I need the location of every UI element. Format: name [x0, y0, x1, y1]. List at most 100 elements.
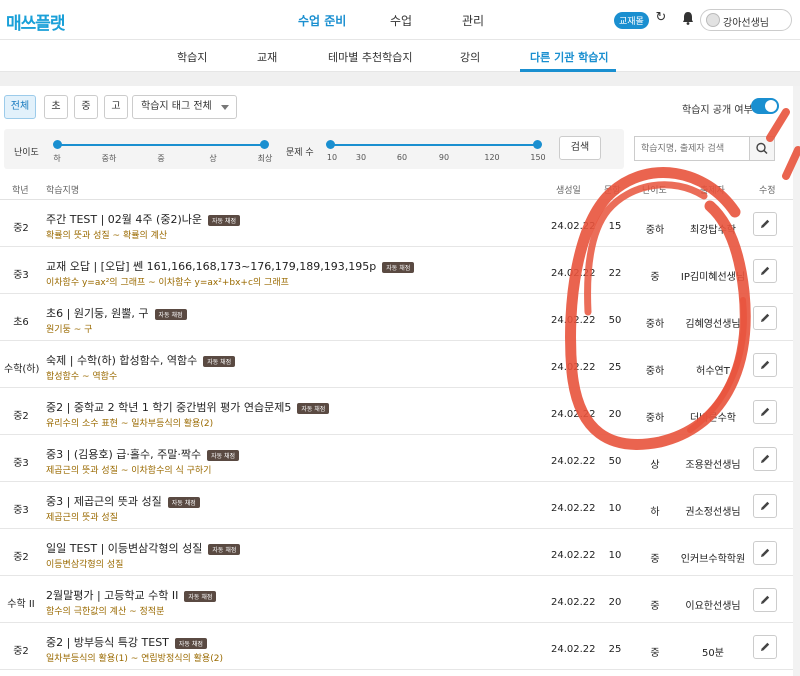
- row-author: 최강탑수학: [690, 225, 736, 236]
- search-button[interactable]: 검색: [559, 136, 601, 160]
- table-row[interactable]: 초6 초6 | 원기둥, 원뿔, 구 자동 채점 원기둥 ~ 구 24.02.22 50 중…: [0, 295, 800, 341]
- row-title-text: 중3 | 제곱근의 뜻과 성질: [46, 495, 162, 508]
- bell-icon[interactable]: [680, 10, 696, 26]
- difficulty-slider-max-handle[interactable]: [260, 140, 269, 149]
- scrollbar[interactable]: [793, 86, 800, 676]
- app-logo[interactable]: 매쓰플랫: [6, 9, 66, 34]
- difficulty-tick: 중: [157, 154, 165, 163]
- pencil-icon: [761, 219, 770, 228]
- edit-button[interactable]: [753, 588, 777, 612]
- row-title[interactable]: 중2 | 방부등식 특강 TEST 자동 채점: [46, 634, 207, 650]
- nav-manage[interactable]: 관리: [462, 12, 484, 29]
- grade-chip-middle[interactable]: 중: [74, 95, 98, 119]
- question-count-tick: 10: [326, 153, 338, 162]
- table-row[interactable]: 중2 주간 TEST | 02월 4주 (중2)나운 자동 채점 확률의 뜻과 성질 …: [0, 201, 800, 247]
- nav-class[interactable]: 수업: [390, 12, 412, 29]
- row-title[interactable]: 중3 | (김용호) 급·홀수, 주말·짝수 자동 채점: [46, 446, 240, 462]
- nav-prepare-class[interactable]: 수업 준비: [298, 12, 346, 29]
- row-range: 원기둥 ~ 구: [46, 325, 93, 335]
- pencil-icon: [761, 407, 770, 416]
- row-title[interactable]: 숙제 | 수학(하) 합성함수, 역함수 자동 채점: [46, 352, 236, 368]
- range-filter-panel: 난이도 하 중하 중 상 최상 문제 수 10 30 60 90 120 150: [4, 129, 624, 169]
- row-title[interactable]: 중3 | 제곱근의 뜻과 성질 자동 채점: [46, 493, 200, 509]
- divider-strip: [0, 72, 800, 86]
- table-row[interactable]: 수학(하) 숙제 | 수학(하) 합성함수, 역함수 자동 채점 합성함수 ~ 역함수…: [0, 342, 800, 388]
- question-count-tick: 60: [396, 153, 408, 162]
- row-title-text: 주간 TEST | 02월 4주 (중2)나운: [46, 213, 202, 226]
- question-count-slider-max-handle[interactable]: [533, 140, 542, 149]
- header-difficulty: 난이도: [642, 186, 667, 196]
- table-row[interactable]: 중2 일일 TEST | 이등변삼각형의 성질 자동 채점 이등변삼각형의 성질 24.…: [0, 530, 800, 576]
- row-date: 24.02.22: [551, 644, 596, 655]
- edit-button[interactable]: [753, 447, 777, 471]
- public-toggle[interactable]: [751, 98, 779, 114]
- user-menu[interactable]: 강아선생님: [700, 9, 792, 31]
- header-edit: 수정: [759, 186, 776, 196]
- tab-worksheet[interactable]: 학습지: [177, 49, 207, 65]
- worksheet-search-input[interactable]: [634, 136, 750, 161]
- row-range: 이등변삼각형의 성질: [46, 560, 124, 570]
- difficulty-slider-min-handle[interactable]: [53, 140, 62, 149]
- tab-theme-worksheet[interactable]: 테마별 추천학습지: [328, 49, 412, 65]
- grade-chip-elementary[interactable]: 초: [44, 95, 68, 119]
- row-difficulty: 상: [650, 460, 660, 471]
- row-author: 50분: [702, 648, 724, 659]
- row-title-text: 숙제 | 수학(하) 합성함수, 역함수: [46, 354, 198, 367]
- grade-chip-all[interactable]: 전체: [4, 95, 36, 119]
- row-grade: 초6: [13, 317, 29, 328]
- edit-button[interactable]: [753, 259, 777, 283]
- edit-button[interactable]: [753, 353, 777, 377]
- avatar-icon: [706, 13, 720, 27]
- edit-button[interactable]: [753, 400, 777, 424]
- question-count-slider-min-handle[interactable]: [326, 140, 335, 149]
- worksheet-tag-select[interactable]: 학습지 태그 전체: [132, 95, 237, 119]
- row-difficulty: 중하: [645, 413, 665, 424]
- search-submit-button[interactable]: [749, 136, 775, 161]
- refresh-icon[interactable]: ↻: [653, 10, 669, 26]
- row-title[interactable]: 주간 TEST | 02월 4주 (중2)나운 자동 채점: [46, 211, 240, 227]
- table-row[interactable]: 중3 중3 | 제곱근의 뜻과 성질 자동 채점 제곱근의 뜻과 성질 24.02.22…: [0, 483, 800, 529]
- row-title-text: 중2 | 중학교 2 학년 1 학기 중간범위 평가 연습문제5: [46, 401, 292, 414]
- header-author: 출제자: [700, 186, 725, 196]
- difficulty-slider-track[interactable]: [53, 140, 269, 149]
- table-row[interactable]: 중3 교재 오답 | [오답] 쎈 161,166,168,173~176,179…: [0, 248, 800, 294]
- question-count-slider-track[interactable]: [326, 140, 542, 149]
- row-grade: 수학(하): [4, 364, 40, 375]
- row-date: 24.02.22: [551, 597, 596, 608]
- edit-button[interactable]: [753, 494, 777, 518]
- row-range: 유리수의 소수 표현 ~ 일차부등식의 활용(2): [46, 419, 214, 429]
- edit-button[interactable]: [753, 212, 777, 236]
- auto-grade-tag: 자동 채점: [208, 543, 241, 555]
- row-difficulty: 중: [650, 272, 660, 283]
- grade-chip-high[interactable]: 고: [104, 95, 128, 119]
- row-title[interactable]: 중2 | 중학교 2 학년 1 학기 중간범위 평가 연습문제5 자동 채점: [46, 399, 330, 415]
- row-title[interactable]: 교재 오답 | [오답] 쎈 161,166,168,173~176,179,1…: [46, 258, 415, 274]
- row-difficulty: 중하: [645, 319, 665, 330]
- table-row[interactable]: 중2 중2 | 방부등식 특강 TEST 자동 채점 일차부등식의 활용(1) ~ 연…: [0, 624, 800, 670]
- sub-nav: 학습지 교재 테마별 추천학습지 강의 다른 기관 학습지: [0, 40, 800, 72]
- public-toggle-label: 학습지 공개 여부: [682, 105, 753, 116]
- row-title[interactable]: 초6 | 원기둥, 원뿔, 구 자동 채점: [46, 305, 187, 321]
- row-title-text: 2월말평가 | 고등학교 수학 II: [46, 589, 179, 602]
- row-title[interactable]: 일일 TEST | 이등변삼각형의 성질 자동 채점: [46, 540, 241, 556]
- row-title-text: 중3 | (김용호) 급·홀수, 주말·짝수: [46, 448, 202, 461]
- row-question-count: 50: [608, 315, 622, 326]
- row-difficulty: 중하: [645, 366, 665, 377]
- difficulty-tick: 최상: [257, 154, 273, 163]
- tab-other-institution[interactable]: 다른 기관 학습지: [530, 49, 609, 65]
- auto-grade-tag: 자동 채점: [203, 355, 236, 367]
- table-row[interactable]: 중3 중3 | (김용호) 급·홀수, 주말·짝수 자동 채점 제곱근의 뜻과 성질 …: [0, 436, 800, 482]
- question-count-tick: 30: [355, 153, 367, 162]
- tab-textbook[interactable]: 교재: [257, 49, 277, 65]
- row-difficulty: 중: [650, 601, 660, 612]
- auto-grade-tag: 자동 채점: [167, 496, 200, 508]
- edit-button[interactable]: [753, 306, 777, 330]
- row-title[interactable]: 2월말평가 | 고등학교 수학 II 자동 채점: [46, 587, 217, 603]
- table-row[interactable]: 중2 중2 | 중학교 2 학년 1 학기 중간범위 평가 연습문제5 자동 채점 유…: [0, 389, 800, 435]
- books-mall-badge[interactable]: 교재몰: [614, 12, 649, 29]
- tab-lecture[interactable]: 강의: [460, 49, 480, 65]
- edit-button[interactable]: [753, 635, 777, 659]
- table-row[interactable]: 수학 II 2월말평가 | 고등학교 수학 II 자동 채점 함수의 극한값의 계산 …: [0, 577, 800, 623]
- row-grade: 중3: [13, 505, 29, 516]
- edit-button[interactable]: [753, 541, 777, 565]
